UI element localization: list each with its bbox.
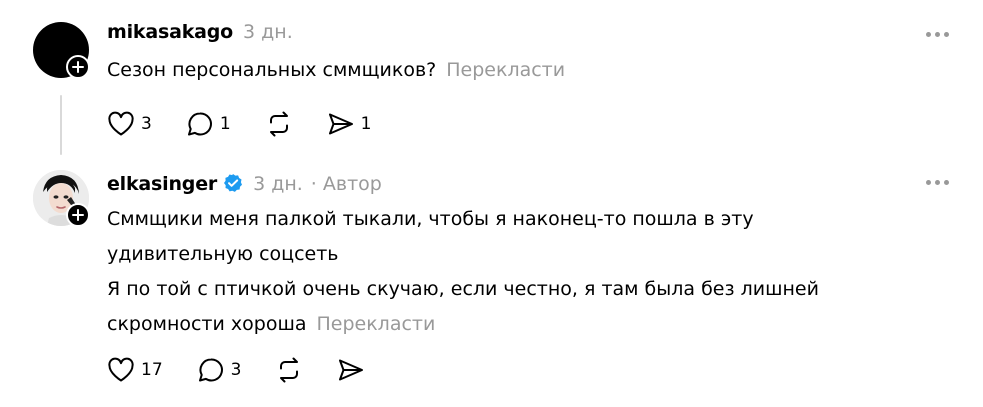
reply-count: 1	[219, 114, 231, 134]
repost-button[interactable]	[275, 357, 303, 383]
timestamp[interactable]: 3 дн.	[243, 21, 293, 43]
more-icon-dot	[944, 180, 949, 185]
like-count: 3	[141, 114, 152, 134]
post-text-line: удивительную соцсеть	[107, 243, 339, 265]
more-icon-dot	[944, 32, 949, 37]
username[interactable]: elkasinger	[107, 173, 217, 195]
verified-badge-icon	[223, 173, 243, 193]
share-button[interactable]	[337, 357, 365, 383]
translate-link[interactable]: Перекласти	[446, 59, 565, 81]
reply-button[interactable]: 1	[186, 111, 231, 137]
reply-count: 3	[230, 360, 242, 380]
more-icon-dot	[935, 180, 940, 185]
more-icon-dot	[935, 32, 940, 37]
more-button[interactable]	[926, 32, 949, 37]
send-icon	[328, 113, 353, 135]
follow-plus-icon[interactable]	[66, 203, 90, 227]
more-icon-dot	[926, 32, 931, 37]
repost-icon	[280, 357, 299, 383]
more-button[interactable]	[926, 180, 949, 185]
like-count: 17	[141, 360, 163, 380]
post-text-line: скромности хороша	[107, 313, 307, 335]
heart-icon	[108, 111, 134, 136]
send-icon	[339, 359, 364, 381]
reply-button[interactable]: 3	[197, 357, 242, 383]
author-tag: · Автор	[310, 173, 382, 195]
thread-line	[60, 95, 62, 155]
username[interactable]: mikasakago	[107, 21, 233, 43]
share-button[interactable]: 1	[327, 111, 372, 137]
post-text: Сезон персональных сммщиков? Перекласти	[107, 53, 565, 88]
post-text: Сммщики меня палкой тыкали, чтобы я нако…	[107, 202, 819, 342]
comment-icon	[198, 358, 223, 382]
heart-icon	[108, 357, 134, 382]
translate-link[interactable]: Перекласти	[316, 313, 435, 335]
timestamp[interactable]: 3 дн.	[253, 173, 303, 195]
post-2: elkasinger 3 дн. · Автор Сммщики меня па…	[0, 160, 983, 407]
post-actions: 3 1 1	[107, 111, 405, 137]
like-button[interactable]: 17	[107, 357, 163, 383]
more-icon-dot	[926, 180, 931, 185]
repost-icon	[269, 111, 288, 137]
post-header: elkasinger 3 дн. · Автор	[107, 170, 382, 195]
like-button[interactable]: 3	[107, 111, 152, 137]
comment-icon	[187, 112, 212, 136]
repost-button[interactable]	[265, 111, 293, 137]
post-actions: 17 3	[107, 357, 399, 383]
follow-plus-icon[interactable]	[66, 55, 90, 79]
post-text-line: Сезон персональных сммщиков?	[107, 59, 437, 81]
post-header: mikasakago 3 дн.	[107, 21, 293, 43]
post-text-line: Сммщики меня палкой тыкали, чтобы я нако…	[107, 208, 754, 230]
share-count: 1	[360, 114, 372, 134]
post-text-line: Я по той с птичкой очень скучаю, если че…	[107, 278, 819, 300]
post-1: mikasakago 3 дн. Сезон персональных сммщ…	[0, 0, 983, 160]
